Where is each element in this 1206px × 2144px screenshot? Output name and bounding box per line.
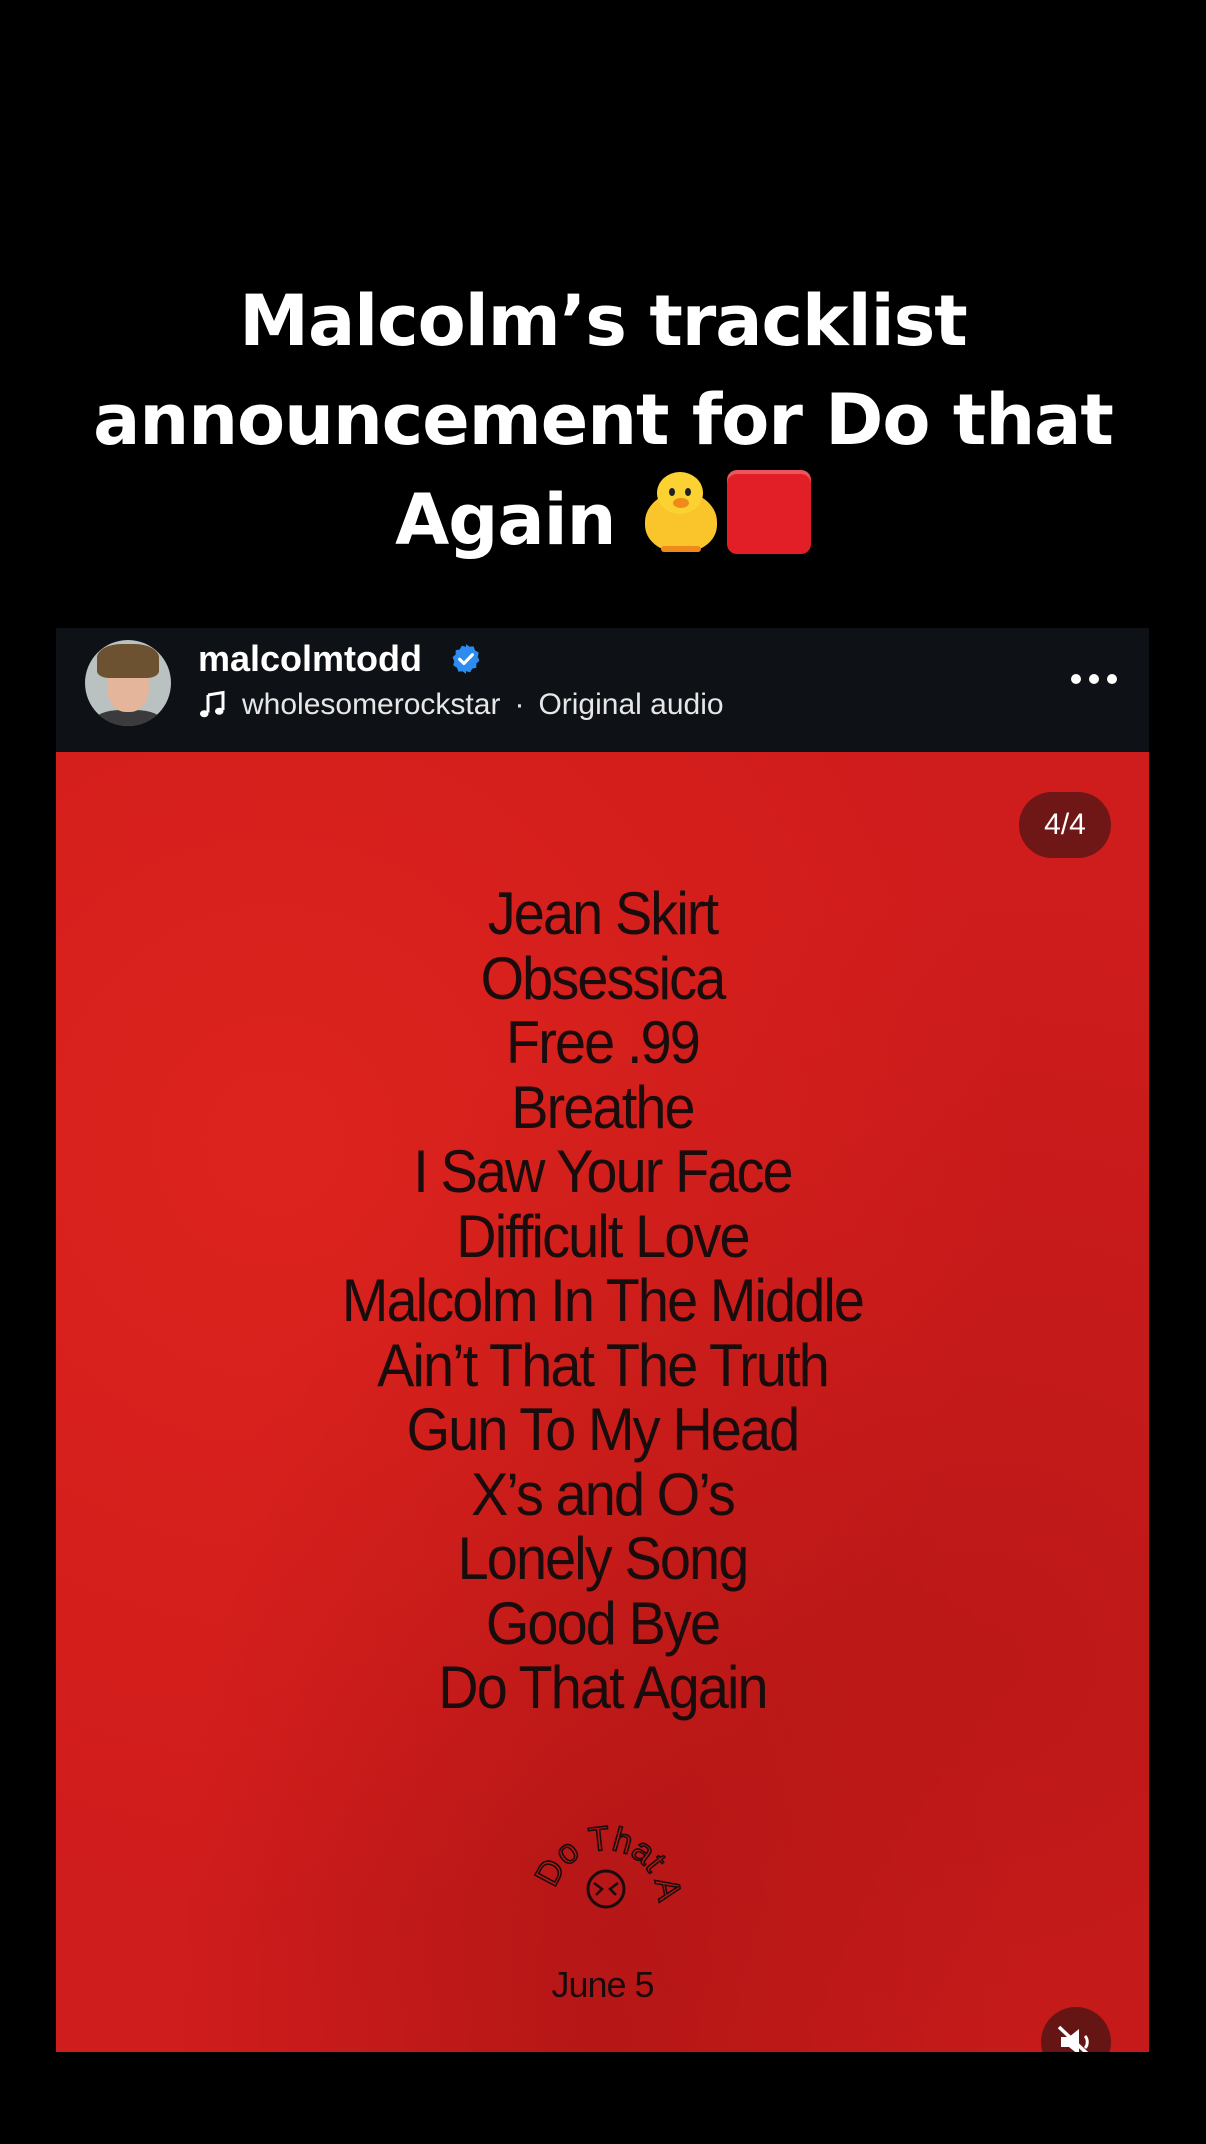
red-square-emoji-icon — [726, 470, 811, 554]
more-options-icon[interactable] — [1071, 672, 1117, 686]
track-item: Difficult Love — [456, 1202, 750, 1270]
track-item: Do That Again — [438, 1654, 768, 1721]
verified-badge-icon — [452, 644, 480, 674]
caption: Malcolm’s tracklist announcement for Do … — [60, 272, 1146, 570]
track-item: Free .99 — [506, 1009, 701, 1076]
slide-counter: 4/4 — [1019, 792, 1111, 858]
caption-text: Malcolm’s tracklist announcement for Do … — [93, 280, 1114, 561]
track-item: Ain’t That The Truth — [377, 1331, 830, 1399]
post-header: malcolmtodd wholesomerockstar · Original… — [56, 628, 1149, 752]
chick-emoji-icon — [639, 470, 723, 554]
music-note-icon — [200, 690, 225, 718]
track-item: I Saw Your Face — [413, 1138, 793, 1205]
audio-title: Original audio — [538, 688, 724, 721]
track-item: Obsessica — [480, 944, 727, 1012]
track-item: Good Bye — [485, 1589, 721, 1657]
audio-artist: wholesomerockstar — [242, 688, 501, 721]
track-item: Gun To My Head — [406, 1396, 801, 1463]
track-item: Malcolm In The Middle — [341, 1267, 865, 1334]
track-item: Jean Skirt — [487, 880, 719, 947]
track-item: Lonely Song — [457, 1525, 750, 1592]
track-item: Breathe — [511, 1073, 695, 1141]
post-card: malcolmtodd wholesomerockstar · Original… — [56, 628, 1149, 2052]
tracklist: Jean Skirt Obsessica Free .99 Breathe I … — [94, 880, 1110, 1721]
username[interactable]: malcolmtodd — [198, 638, 422, 680]
album-logo-text: Do That Again — [524, 1807, 688, 1905]
mute-button[interactable] — [1041, 2007, 1111, 2052]
avatar[interactable] — [85, 640, 171, 726]
track-item: X’s and O’s — [471, 1460, 736, 1528]
speaker-muted-icon — [1057, 2025, 1089, 2052]
svg-text:Do That Again: Do That Again — [524, 1807, 688, 1904]
release-date: June 5 — [551, 1964, 654, 2005]
album-logo: Do That Again — [524, 1807, 688, 1909]
audio-line[interactable]: wholesomerockstar · Original audio — [198, 688, 724, 722]
audio-separator: · — [514, 688, 525, 721]
post-image[interactable]: 4/4 Jean Skirt Obsessica Free .99 Breath… — [56, 752, 1149, 2052]
